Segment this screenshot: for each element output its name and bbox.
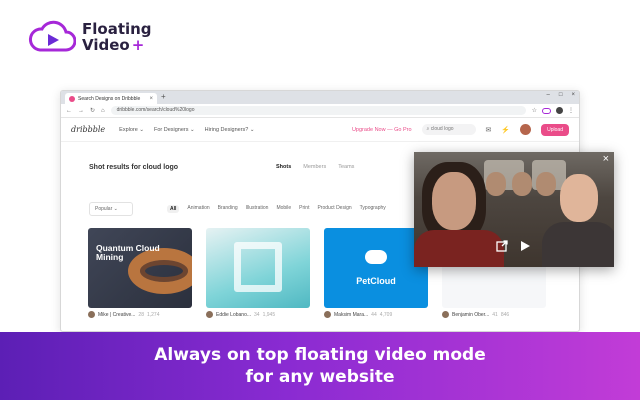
shot-card[interactable]: Quantum Cloud Mining — [88, 228, 192, 308]
search-value: cloud logo — [430, 126, 454, 132]
floating-video-extension-icon[interactable] — [542, 107, 551, 114]
logo-text: Floating Video + — [82, 21, 152, 53]
promo-banner: Always on top floating video mode for an… — [0, 332, 640, 400]
url-field[interactable]: dribbble.com/search/cloud%20logo — [110, 106, 526, 115]
video-frame-detail — [512, 172, 532, 196]
logo-line2: Video — [82, 36, 130, 54]
cloud-play-icon — [28, 20, 76, 52]
video-controls — [496, 240, 531, 252]
shot-title: PetCloud — [356, 276, 396, 286]
close-window-button[interactable]: × — [571, 92, 575, 98]
filter-product-design[interactable]: Product Design — [317, 205, 351, 213]
likes-count: 41 — [492, 311, 498, 318]
banner-line1: Always on top floating video mode — [154, 345, 486, 365]
activity-icon[interactable]: ⚡ — [501, 126, 510, 134]
card-meta: Maksim Mara... 44 4,709 — [324, 311, 392, 318]
menu-icon[interactable]: ⋮ — [568, 107, 574, 114]
forward-icon[interactable]: → — [78, 108, 84, 114]
sort-select[interactable]: Popular ⌄ — [89, 202, 133, 216]
shot-card[interactable]: PetCloud — [324, 228, 428, 308]
popout-icon[interactable] — [496, 240, 508, 252]
filter-animation[interactable]: Animation — [187, 205, 209, 213]
upgrade-link[interactable]: Upgrade Now — Go Pro — [352, 127, 412, 133]
author-avatar[interactable] — [88, 311, 95, 318]
dribbble-logo[interactable]: dribbble — [71, 125, 105, 134]
likes-count: 34 — [254, 311, 260, 318]
likes-count: 28 — [138, 311, 144, 318]
video-frame-detail — [536, 172, 556, 196]
card-meta: Benjamin Ober... 41 846 — [442, 311, 509, 318]
filter-mobile[interactable]: Mobile — [276, 205, 291, 213]
author-avatar[interactable] — [206, 311, 213, 318]
cloud-paw-icon — [365, 250, 387, 264]
sort-value: Popular — [95, 206, 113, 212]
window-controls: – □ × — [547, 92, 575, 98]
extension-icons: ☆ ⋮ — [532, 107, 574, 114]
logo-plus: + — [131, 36, 145, 54]
card-meta: Mike | Creative... 28 1,274 — [88, 311, 160, 318]
new-tab-button[interactable]: + — [161, 92, 166, 101]
tab-teams[interactable]: Teams — [338, 164, 354, 170]
nav-explore[interactable]: Explore ⌄ — [119, 127, 144, 133]
video-frame-detail — [432, 172, 476, 230]
filter-typography[interactable]: Typography — [360, 205, 386, 213]
search-input[interactable]: ⌕ cloud logo — [421, 124, 476, 135]
author-name[interactable]: Eddie Lobano... — [216, 312, 251, 318]
author-name[interactable]: Benjamin Ober... — [452, 312, 489, 318]
star-icon[interactable]: ☆ — [532, 107, 537, 114]
filter-branding[interactable]: Branding — [218, 205, 238, 213]
views-count: 846 — [500, 311, 510, 318]
address-bar-row: ← → ↻ ⌂ dribbble.com/search/cloud%20logo… — [61, 104, 579, 118]
shot-card[interactable] — [206, 228, 310, 308]
card-meta: Eddie Lobano... 34 1,945 — [206, 311, 275, 318]
result-tabs: Shots Members Teams — [276, 164, 354, 170]
back-icon[interactable]: ← — [66, 108, 72, 114]
author-name[interactable]: Mike | Creative... — [98, 312, 135, 318]
play-icon[interactable] — [520, 240, 531, 252]
upload-button[interactable]: Upload — [541, 123, 569, 136]
filter-illustration[interactable]: Illustration — [246, 205, 269, 213]
results-title: Shot results for cloud logo — [89, 164, 179, 171]
tab-bar: Search Designs on Dribbble × + – □ × — [61, 91, 579, 104]
tab-shots[interactable]: Shots — [276, 164, 291, 170]
author-avatar[interactable] — [324, 311, 331, 318]
floating-video-player[interactable]: × — [414, 152, 614, 267]
likes-count: 44 — [371, 311, 377, 318]
category-filters: All Animation Branding Illustration Mobi… — [167, 205, 386, 213]
author-avatar[interactable] — [442, 311, 449, 318]
nav-hiring[interactable]: Hiring Designers? ⌄ — [205, 127, 255, 133]
user-avatar[interactable] — [520, 124, 532, 135]
app-logo: Floating Video + — [28, 20, 152, 54]
filter-all[interactable]: All — [167, 205, 180, 213]
dribbble-nav: dribbble Explore ⌄ For Designers ⌄ Hirin… — [61, 118, 579, 142]
notifications-icon[interactable]: ✉ — [486, 126, 492, 134]
maximize-button[interactable]: □ — [559, 92, 563, 98]
video-frame-detail — [414, 230, 504, 267]
profile-avatar[interactable] — [556, 107, 563, 114]
views-count: 1,274 — [146, 311, 160, 318]
minimize-button[interactable]: – — [547, 92, 550, 98]
tab-title: Search Designs on Dribbble — [78, 95, 141, 102]
reload-icon[interactable]: ↻ — [90, 107, 95, 114]
logo-line1: Floating — [82, 20, 152, 38]
close-video-button[interactable]: × — [603, 153, 609, 165]
video-frame-detail — [560, 174, 598, 222]
filter-print[interactable]: Print — [299, 205, 309, 213]
shot-image — [234, 242, 282, 292]
banner-line2: for any website — [245, 367, 395, 387]
tab-members[interactable]: Members — [303, 164, 326, 170]
nav-for-designers[interactable]: For Designers ⌄ — [154, 127, 195, 133]
browser-tab[interactable]: Search Designs on Dribbble × — [65, 93, 157, 104]
dribbble-favicon-icon — [69, 95, 75, 102]
video-frame-detail — [486, 172, 506, 196]
tab-close-icon[interactable]: × — [149, 96, 153, 102]
author-name[interactable]: Maksim Mara... — [334, 312, 368, 318]
home-icon[interactable]: ⌂ — [101, 108, 105, 114]
views-count: 4,709 — [379, 311, 393, 318]
video-frame-detail — [542, 222, 614, 267]
views-count: 1,945 — [262, 311, 276, 318]
shot-title: Quantum Cloud Mining — [96, 243, 160, 262]
